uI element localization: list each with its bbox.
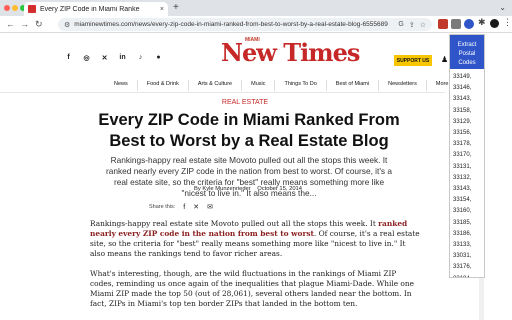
tiktok-icon[interactable]: ♪	[136, 54, 145, 62]
tab-search-chevron-icon[interactable]: ⌄	[499, 3, 506, 12]
publish-date: October 15, 2014	[257, 186, 302, 192]
postal-code-item: 33194,	[453, 274, 484, 277]
nav-item-best-of-miami[interactable]: Best of Miami	[327, 80, 380, 91]
nav-item-news[interactable]: News	[105, 80, 138, 91]
extension-popup: Extract Postal Codes 33149, 33146, 33143, 3…	[449, 34, 485, 278]
instagram-icon[interactable]: ◎	[82, 54, 91, 62]
window-close-button[interactable]	[4, 5, 10, 11]
nav-item-arts-culture[interactable]: Arts & Culture	[189, 80, 243, 91]
nav-item-food-drink[interactable]: Food & Drink	[138, 80, 189, 91]
x-icon[interactable]: ✕	[100, 54, 109, 62]
share-bar: Share this: f ✕ ✉	[149, 203, 213, 212]
extension-red-icon[interactable]	[438, 19, 448, 29]
share-x-icon[interactable]: ✕	[193, 203, 199, 211]
postal-code-item: 33031,	[453, 253, 472, 260]
postal-code-item: 33149,	[453, 74, 472, 80]
profile-avatar-icon[interactable]	[490, 19, 499, 28]
reddit-icon[interactable]: ●	[154, 54, 163, 62]
forward-arrow-icon[interactable]: →	[20, 18, 29, 30]
browser-tab-bar: Every ZIP Code in Miami Ranke × + ⌄	[0, 0, 512, 16]
postal-code-item: 33129,	[453, 118, 472, 125]
postal-code-item: 33154,	[453, 197, 472, 204]
paragraph-1-text-a: Rankings-happy real estate site Movoto p…	[90, 219, 379, 228]
extension-gray-icon[interactable]	[451, 19, 461, 29]
linkedin-icon[interactable]: in	[118, 54, 127, 62]
facebook-icon[interactable]: f	[64, 54, 73, 62]
article-byline: By Kyle Munzenrieder October 15, 2014	[0, 186, 496, 192]
postal-code-item: 33143,	[453, 186, 472, 193]
byline-separator	[252, 186, 255, 192]
browser-tab[interactable]: Every ZIP Code in Miami Ranke ×	[24, 2, 168, 16]
new-tab-button[interactable]: +	[173, 2, 179, 14]
url-text[interactable]: miaminewtimes.com/news/every-zip-code-in…	[74, 21, 393, 28]
article-headline: Every ZIP Code in Miami Ranked From Best…	[98, 111, 400, 150]
postal-code-item: 33178,	[453, 141, 472, 148]
postal-code-item: 33131,	[453, 163, 472, 170]
article-paragraph-2: What's interesting, though, are the wild…	[90, 269, 415, 308]
postal-code-item: 33132,	[453, 174, 472, 181]
site-info-icon[interactable]: ⚙	[64, 21, 70, 29]
reload-icon[interactable]: ↻	[35, 18, 43, 30]
address-bar[interactable]: ⚙ miaminewtimes.com/news/every-zip-code-…	[58, 18, 432, 31]
share-email-icon[interactable]: ✉	[207, 203, 213, 211]
account-icon[interactable]: ♟	[441, 55, 448, 64]
google-lens-icon[interactable]: G	[398, 21, 403, 28]
main-nav: News Food & Drink Arts & Culture Music T…	[105, 80, 457, 91]
bookmark-star-icon[interactable]: ☆	[420, 21, 426, 29]
support-us-button[interactable]: SUPPORT US	[394, 55, 432, 66]
extract-postal-codes-button[interactable]: Extract Postal Codes	[450, 35, 484, 69]
article-dek: Rankings-happy real estate site Movoto p…	[106, 155, 392, 198]
postal-code-item: 33186,	[453, 230, 472, 237]
extension-globe-icon[interactable]	[464, 19, 474, 29]
tab-title: Every ZIP Code in Miami Ranke	[40, 5, 140, 13]
nav-item-newsletters[interactable]: Newsletters	[379, 80, 427, 91]
postal-code-item: 33146,	[453, 85, 472, 92]
nav-divider	[0, 92, 445, 93]
postal-codes-list: 33149, 33146, 33143, 33158, 33129, 33156, 3317…	[450, 69, 484, 277]
browser-menu-icon[interactable]: ⋮	[503, 17, 512, 28]
site-favicon-icon	[28, 5, 36, 13]
postal-code-item: 33133,	[453, 242, 472, 249]
site-logo[interactable]: New Times	[221, 40, 360, 66]
tab-close-icon[interactable]: ×	[160, 6, 164, 13]
article-paragraph-1: Rankings-happy real estate site Movoto p…	[90, 219, 420, 259]
nav-item-music[interactable]: Music	[242, 80, 276, 91]
window-minimize-button[interactable]	[12, 5, 18, 11]
nav-item-things-to-do[interactable]: Things To Do	[275, 80, 327, 91]
share-facebook-icon[interactable]: f	[183, 204, 185, 211]
share-label: Share this:	[149, 204, 176, 210]
postal-code-item: 33156,	[453, 130, 472, 137]
postal-code-item: 33160,	[453, 208, 472, 215]
postal-code-item: 33143,	[453, 96, 472, 103]
postal-code-item: 33158,	[453, 107, 472, 114]
browser-toolbar: ← → ↻ ⚙ miaminewtimes.com/news/every-zip…	[0, 16, 512, 33]
postal-code-item: 33176,	[453, 264, 472, 271]
social-links: f ◎ ✕ in ♪ ●	[64, 54, 163, 62]
share-icon[interactable]: ⇪	[409, 21, 415, 29]
author-name[interactable]: By Kyle Munzenrieder	[194, 186, 251, 192]
postal-code-item: 33170,	[453, 152, 472, 159]
postal-code-item: 33185,	[453, 219, 472, 226]
back-arrow-icon[interactable]: ←	[6, 18, 15, 30]
extensions-puzzle-icon[interactable]: ✱	[478, 17, 486, 28]
article-category[interactable]: REAL ESTATE	[0, 99, 490, 106]
